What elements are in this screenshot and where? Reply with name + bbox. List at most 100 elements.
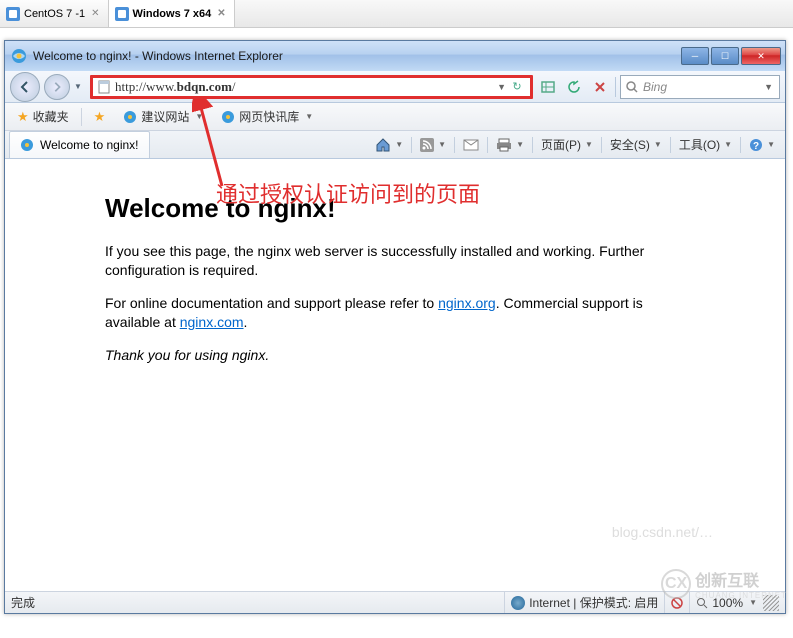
- favorites-bar: ★ 收藏夹 ★ 建议网站 ▼ 网页快讯库 ▼: [5, 103, 785, 131]
- chevron-down-icon: ▼: [395, 140, 403, 149]
- search-box[interactable]: Bing ▼: [620, 75, 780, 99]
- close-icon[interactable]: ✕: [215, 8, 227, 19]
- stop-icon: [594, 81, 606, 93]
- tab-command-row: Welcome to nginx! ▼ ▼ ▼ 页面: [5, 131, 785, 159]
- rss-icon: [420, 138, 434, 152]
- tools-menu[interactable]: 工具(O) ▼: [675, 134, 736, 155]
- svg-text:?: ?: [753, 141, 759, 152]
- vm-tab-label: Windows 7 x64: [133, 8, 212, 20]
- add-favorite-button[interactable]: ★: [88, 107, 112, 127]
- maximize-button[interactable]: ☐: [711, 47, 739, 65]
- star-icon: ★: [17, 109, 29, 125]
- go-refresh-button[interactable]: ↻: [508, 78, 526, 96]
- search-icon: [625, 80, 639, 94]
- suggested-label: 建议网站: [141, 108, 189, 125]
- status-zone[interactable]: Internet | 保护模式: 启用: [504, 592, 664, 613]
- ie-window: Welcome to nginx! - Windows Internet Exp…: [4, 40, 786, 614]
- zoom-value: 100%: [712, 596, 743, 610]
- safety-menu[interactable]: 安全(S) ▼: [606, 134, 666, 155]
- chevron-down-icon: ▼: [654, 140, 662, 149]
- compat-view-button[interactable]: [537, 76, 559, 98]
- help-button[interactable]: ? ▼: [745, 136, 779, 154]
- content-area: Welcome to nginx! If you see this page, …: [5, 159, 785, 591]
- refresh-icon: [567, 80, 581, 94]
- ie-icon: [20, 138, 34, 152]
- webfeed-label: 网页快讯库: [239, 108, 299, 125]
- ie-icon: [221, 110, 235, 124]
- zoom-control[interactable]: 100% ▼: [689, 592, 763, 613]
- status-text: 完成: [11, 594, 504, 611]
- compat-icon: [540, 79, 556, 95]
- status-protected-mode[interactable]: [664, 592, 689, 613]
- shield-off-icon: [671, 597, 683, 609]
- chevron-down-icon[interactable]: ▼: [195, 112, 203, 121]
- tab-title: Welcome to nginx!: [40, 138, 139, 152]
- url-text: http://www.bdqn.com/: [115, 79, 495, 95]
- page-paragraph: Thank you for using nginx.: [105, 346, 685, 365]
- close-icon[interactable]: ✕: [89, 8, 101, 19]
- globe-icon: [511, 596, 525, 610]
- home-icon: [375, 137, 391, 153]
- status-bar: 完成 Internet | 保护模式: 启用 100% ▼: [5, 591, 785, 613]
- page-menu-label: 页面(P): [541, 136, 581, 153]
- chevron-down-icon: ▼: [585, 140, 593, 149]
- window-title: Welcome to nginx! - Windows Internet Exp…: [33, 49, 681, 63]
- chevron-down-icon: ▼: [438, 140, 446, 149]
- chevron-down-icon[interactable]: ▼: [764, 82, 773, 92]
- refresh-button[interactable]: [563, 76, 585, 98]
- chevron-down-icon: ▼: [767, 140, 775, 149]
- nginx-com-link[interactable]: nginx.com: [180, 314, 244, 330]
- page-paragraph: If you see this page, the nginx web serv…: [105, 242, 685, 280]
- chevron-down-icon: ▼: [516, 140, 524, 149]
- resize-grip[interactable]: [763, 595, 779, 611]
- close-button[interactable]: ✕: [741, 47, 781, 65]
- nginx-welcome-page: Welcome to nginx! If you see this page, …: [5, 159, 785, 398]
- safety-menu-label: 安全(S): [610, 136, 650, 153]
- vm-tab-windows[interactable]: Windows 7 x64 ✕: [109, 0, 235, 27]
- favorites-label: 收藏夹: [33, 108, 69, 125]
- ie-icon: [123, 110, 137, 124]
- arrow-left-icon: [18, 80, 32, 94]
- nginx-org-link[interactable]: nginx.org: [438, 295, 496, 311]
- address-bar[interactable]: http://www.bdqn.com/ ▼ ↻: [90, 75, 533, 99]
- star-add-icon: ★: [94, 109, 106, 125]
- feeds-button[interactable]: ▼: [416, 136, 450, 154]
- zoom-icon: [696, 597, 708, 609]
- search-placeholder: Bing: [643, 80, 762, 94]
- titlebar[interactable]: Welcome to nginx! - Windows Internet Exp…: [5, 41, 785, 71]
- navigation-bar: ▼ http://www.bdqn.com/ ▼ ↻ Bing ▼: [5, 71, 785, 103]
- webfeed-button[interactable]: 网页快讯库 ▼: [215, 106, 319, 127]
- chevron-down-icon: ▼: [724, 140, 732, 149]
- tools-menu-label: 工具(O): [679, 136, 720, 153]
- vm-icon: [115, 7, 129, 21]
- separator: [615, 77, 616, 97]
- vm-tab-centos[interactable]: CentOS 7 -1 ✕: [0, 0, 109, 27]
- print-button[interactable]: ▼: [492, 136, 528, 154]
- page-menu[interactable]: 页面(P) ▼: [537, 134, 597, 155]
- chevron-down-icon[interactable]: ▼: [305, 112, 313, 121]
- chevron-down-icon[interactable]: ▼: [497, 82, 506, 92]
- separator: [81, 108, 82, 126]
- zone-label: Internet | 保护模式: 启用: [529, 594, 658, 611]
- mail-button[interactable]: [459, 136, 483, 154]
- browser-tab[interactable]: Welcome to nginx!: [9, 131, 150, 158]
- ie-icon: [11, 48, 27, 64]
- page-icon: [97, 80, 111, 94]
- suggested-sites-button[interactable]: 建议网站 ▼: [117, 106, 209, 127]
- chevron-down-icon: ▼: [749, 598, 757, 607]
- favorites-button[interactable]: ★ 收藏夹: [11, 106, 75, 127]
- home-button[interactable]: ▼: [371, 135, 407, 155]
- stop-button[interactable]: [589, 76, 611, 98]
- forward-button[interactable]: [44, 74, 70, 100]
- minimize-button[interactable]: ─: [681, 47, 709, 65]
- history-dropdown[interactable]: ▼: [74, 82, 86, 91]
- command-bar: ▼ ▼ ▼ 页面(P) ▼ 安全(S): [371, 134, 785, 155]
- mail-icon: [463, 138, 479, 152]
- page-paragraph: For online documentation and support ple…: [105, 294, 685, 332]
- print-icon: [496, 138, 512, 152]
- page-heading: Welcome to nginx!: [105, 193, 685, 224]
- back-button[interactable]: [10, 72, 40, 102]
- vm-icon: [6, 7, 20, 21]
- arrow-right-icon: [51, 81, 63, 93]
- vm-tab-label: CentOS 7 -1: [24, 8, 85, 20]
